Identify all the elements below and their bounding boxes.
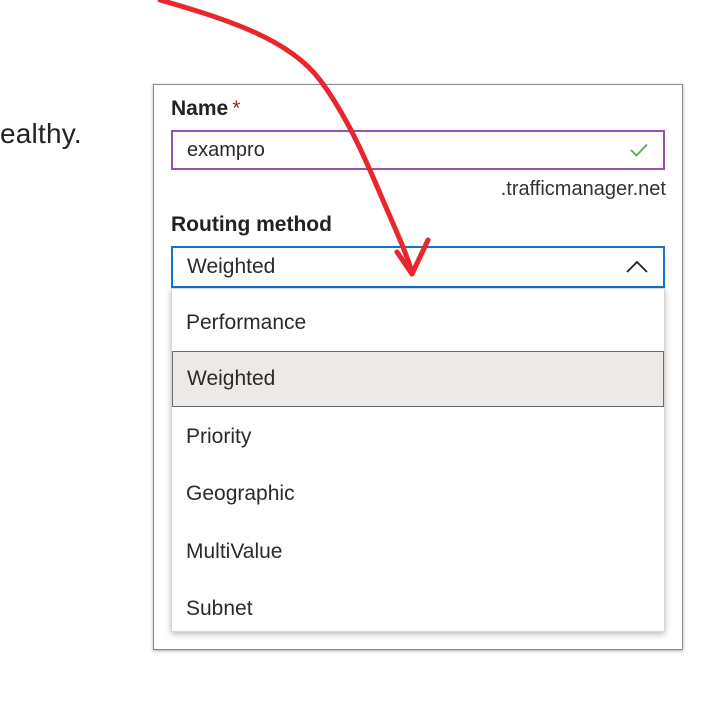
traffic-manager-form: Name * exampro .trafficmanager.net Routin…	[153, 84, 683, 650]
chevron-up-icon[interactable]	[625, 260, 649, 274]
routing-option-geographic[interactable]: Geographic	[172, 466, 664, 522]
domain-suffix: .trafficmanager.net	[500, 178, 666, 200]
name-input[interactable]: exampro	[171, 130, 665, 170]
routing-option-weighted[interactable]: Weighted	[172, 351, 664, 407]
routing-option-priority[interactable]: Priority	[172, 409, 664, 465]
routing-method-value: Weighted	[187, 255, 276, 278]
routing-method-label: Routing method	[171, 213, 332, 236]
check-icon	[630, 143, 648, 157]
routing-option-performance[interactable]: Performance	[172, 295, 664, 351]
name-label: Name *	[171, 97, 241, 120]
routing-method-dropdown: Performance Weighted Priority Geographic…	[171, 288, 665, 632]
routing-method-select[interactable]: Weighted	[171, 246, 665, 288]
background-partial-text: ealthy.	[0, 118, 82, 149]
routing-option-subnet[interactable]: Subnet	[172, 581, 664, 637]
name-input-value: exampro	[187, 138, 265, 161]
required-marker: *	[232, 97, 241, 120]
routing-option-multivalue[interactable]: MultiValue	[172, 524, 664, 580]
